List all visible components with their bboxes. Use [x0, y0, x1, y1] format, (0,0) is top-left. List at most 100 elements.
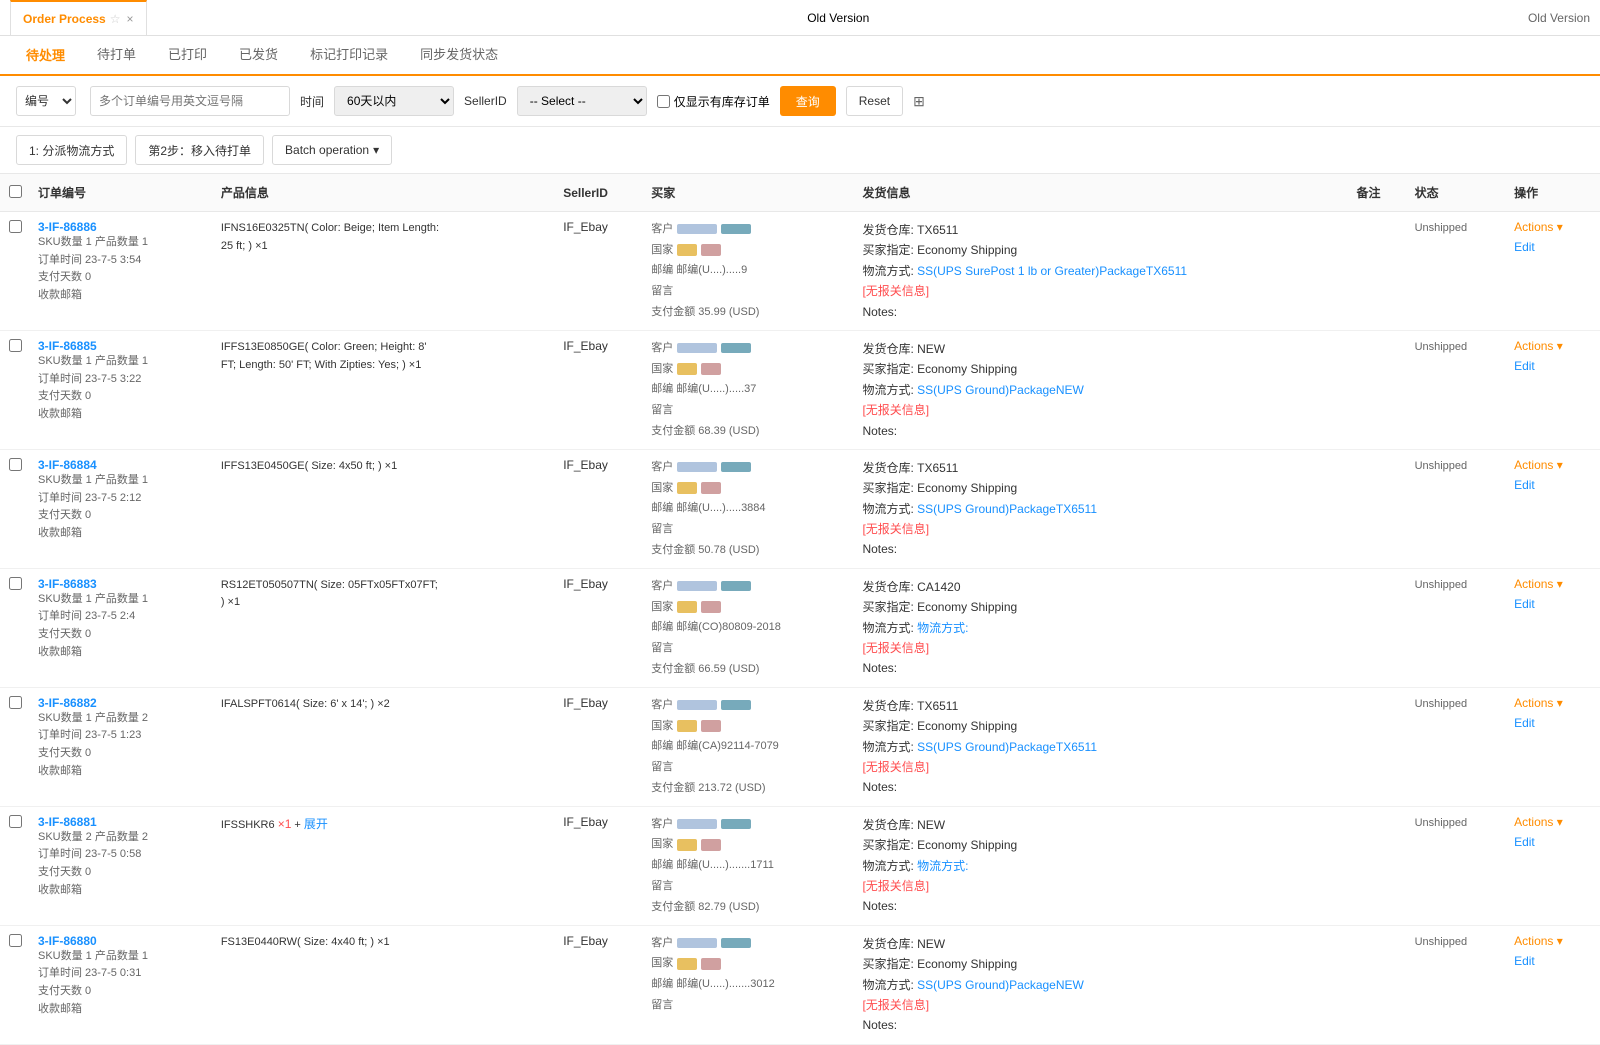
- product-cell-0: IFNS16E0325TN( Color: Beige; Item Length…: [213, 212, 555, 331]
- actions-cell-6: Actions ▾ Edit: [1506, 925, 1600, 1044]
- ship-method-link-6[interactable]: SS(UPS Ground)PackageNEW: [917, 978, 1084, 992]
- ship-method-3: 物流方式: 物流方式:: [862, 618, 1340, 638]
- stock-only-check[interactable]: [657, 95, 670, 108]
- expand-link-5[interactable]: 展开: [304, 817, 328, 831]
- row-select-4[interactable]: [9, 696, 22, 709]
- tab-print-record[interactable]: 标记打印记录: [294, 35, 404, 75]
- buyer-info-5: 客户 国家 邮编 邮编(U.....).......1711 留言 支付金额 8…: [651, 815, 846, 916]
- order-no-select[interactable]: 编号: [16, 86, 76, 116]
- order-address-4: 收款邮箱: [38, 763, 205, 781]
- row-select-3[interactable]: [9, 577, 22, 590]
- actions-button-2[interactable]: Actions ▾: [1514, 458, 1592, 472]
- status-cell-5: Unshipped: [1407, 806, 1507, 925]
- ship-method-link-5[interactable]: 物流方式:: [917, 859, 968, 873]
- actions-button-3[interactable]: Actions ▾: [1514, 577, 1592, 591]
- status-badge-3: Unshipped: [1415, 579, 1468, 591]
- row-select-0[interactable]: [9, 220, 22, 233]
- order-id-cell-3: 3-IF-86883 SKU数量 1 产品数量 1 订单时间 23-7-5 2:…: [30, 568, 213, 687]
- actions-button-0[interactable]: Actions ▾: [1514, 220, 1592, 234]
- close-icon[interactable]: ×: [126, 12, 133, 26]
- old-version-label: Old Version: [807, 11, 869, 25]
- product-info-text-6: FS13E0440RW( Size: 4x40 ft; ) ×1: [221, 934, 441, 952]
- buyer-info-3: 客户 国家 邮编 邮编(CO)80809-2018 留言 支付金额 66.59 …: [651, 577, 846, 678]
- ship-method-link-4[interactable]: SS(UPS Ground)PackageTX6511: [917, 740, 1097, 754]
- memo-cell-0: [1349, 212, 1407, 331]
- tab-order-process[interactable]: Order Process ☆ ×: [10, 0, 147, 35]
- status-cell-0: Unshipped: [1407, 212, 1507, 331]
- select-all-checkbox[interactable]: [9, 185, 22, 198]
- batch-operation-button[interactable]: Batch operation ▾: [272, 135, 392, 165]
- row-checkbox-2[interactable]: [0, 449, 30, 568]
- table-row: 3-IF-86880 SKU数量 1 产品数量 1 订单时间 23-7-5 0:…: [0, 925, 1600, 1044]
- order-time-4: 订单时间 23-7-5 1:23: [38, 727, 205, 745]
- filter-icon[interactable]: ⊞: [913, 93, 925, 110]
- stock-only-checkbox[interactable]: 仅显示有库存订单: [657, 93, 770, 110]
- actions-button-4[interactable]: Actions ▾: [1514, 696, 1592, 710]
- order-id-link-2[interactable]: 3-IF-86884: [38, 458, 205, 472]
- reset-button[interactable]: Reset: [846, 86, 903, 116]
- actions-button-1[interactable]: Actions ▾: [1514, 339, 1592, 353]
- dispatch-logistics-button[interactable]: 1: 分派物流方式: [16, 135, 127, 165]
- order-id-cell-0: 3-IF-86886 SKU数量 1 产品数量 1 订单时间 23-7-5 3:…: [30, 212, 213, 331]
- row-select-5[interactable]: [9, 815, 22, 828]
- time-select[interactable]: 60天以内 30天以内 7天以内 1天以内: [334, 86, 454, 116]
- edit-button-0[interactable]: Edit: [1514, 240, 1592, 254]
- edit-button-5[interactable]: Edit: [1514, 835, 1592, 849]
- row-select-6[interactable]: [9, 934, 22, 947]
- order-id-link-6[interactable]: 3-IF-86880: [38, 934, 205, 948]
- ship-cell-0: 发货仓库: TX6511 买家指定: Economy Shipping 物流方式…: [854, 212, 1348, 331]
- row-checkbox-4[interactable]: [0, 687, 30, 806]
- product-cell-1: IFFS13E0850GE( Color: Green; Height: 8' …: [213, 330, 555, 449]
- ship-buyer-5: 买家指定: Economy Shipping: [862, 835, 1340, 855]
- buyer-info-0: 客户 国家 邮编 邮编(U....).....9 留言 支付金额 35.99 (…: [651, 220, 846, 321]
- edit-button-2[interactable]: Edit: [1514, 478, 1592, 492]
- row-checkbox-3[interactable]: [0, 568, 30, 687]
- row-select-2[interactable]: [9, 458, 22, 471]
- order-id-link-4[interactable]: 3-IF-86882: [38, 696, 205, 710]
- table-row: 3-IF-86886 SKU数量 1 产品数量 1 订单时间 23-7-5 3:…: [0, 212, 1600, 331]
- move-to-print-button[interactable]: 第2步：移入待打单: [135, 135, 264, 165]
- ship-method-link-1[interactable]: SS(UPS Ground)PackageNEW: [917, 383, 1084, 397]
- ship-warehouse-5: 发货仓库: NEW: [862, 815, 1340, 835]
- row-checkbox-6[interactable]: [0, 925, 30, 1044]
- order-id-link-3[interactable]: 3-IF-86883: [38, 577, 205, 591]
- actions-button-6[interactable]: Actions ▾: [1514, 934, 1592, 948]
- seller-id-select[interactable]: -- Select --: [517, 86, 647, 116]
- edit-button-1[interactable]: Edit: [1514, 359, 1592, 373]
- actions-button-5[interactable]: Actions ▾: [1514, 815, 1592, 829]
- ship-method-link-2[interactable]: SS(UPS Ground)PackageTX6511: [917, 502, 1097, 516]
- order-id-link-5[interactable]: 3-IF-86881: [38, 815, 205, 829]
- order-time-0: 订单时间 23-7-5 3:54: [38, 252, 205, 270]
- ship-method-link-0[interactable]: SS(UPS SurePost 1 lb or Greater)PackageT…: [917, 264, 1187, 278]
- buyer-cell-4: 客户 国家 邮编 邮编(CA)92114-7079 留言 支付金额 213.72…: [643, 687, 854, 806]
- tab-pending[interactable]: 待处理: [10, 36, 81, 76]
- tab-shipped[interactable]: 已发货: [223, 35, 294, 75]
- notes-6: Notes:: [862, 1015, 1340, 1035]
- row-checkbox-1[interactable]: [0, 330, 30, 449]
- header-actions: 操作: [1506, 174, 1600, 212]
- header-status: 状态: [1407, 174, 1507, 212]
- row-checkbox-0[interactable]: [0, 212, 30, 331]
- order-pay-days-4: 支付天数 0: [38, 745, 205, 763]
- actions-cell-2: Actions ▾ Edit: [1506, 449, 1600, 568]
- ship-method-link-3[interactable]: 物流方式:: [917, 621, 968, 635]
- table-row: 3-IF-86885 SKU数量 1 产品数量 1 订单时间 23-7-5 3:…: [0, 330, 1600, 449]
- ship-warehouse-2: 发货仓库: TX6511: [862, 458, 1340, 478]
- star-icon[interactable]: ☆: [110, 12, 121, 26]
- row-checkbox-5[interactable]: [0, 806, 30, 925]
- status-badge-2: Unshipped: [1415, 460, 1468, 472]
- edit-button-3[interactable]: Edit: [1514, 597, 1592, 611]
- edit-button-6[interactable]: Edit: [1514, 954, 1592, 968]
- tab-pending-print[interactable]: 待打单: [81, 35, 152, 75]
- edit-button-4[interactable]: Edit: [1514, 716, 1592, 730]
- query-button[interactable]: 查询: [780, 86, 836, 116]
- tab-sync-status[interactable]: 同步发货状态: [404, 35, 514, 75]
- tab-printed[interactable]: 已打印: [152, 35, 223, 75]
- order-id-link-1[interactable]: 3-IF-86885: [38, 339, 205, 353]
- order-id-link-0[interactable]: 3-IF-86886: [38, 220, 205, 234]
- product-cell-4: IFALSPFT0614( Size: 6' x 14'; ) ×2: [213, 687, 555, 806]
- order-no-input[interactable]: [90, 86, 290, 116]
- notes-2: Notes:: [862, 539, 1340, 559]
- buyer-info-1: 客户 国家 邮编 邮编(U.....).....37 留言 支付金额 68.39…: [651, 339, 846, 440]
- row-select-1[interactable]: [9, 339, 22, 352]
